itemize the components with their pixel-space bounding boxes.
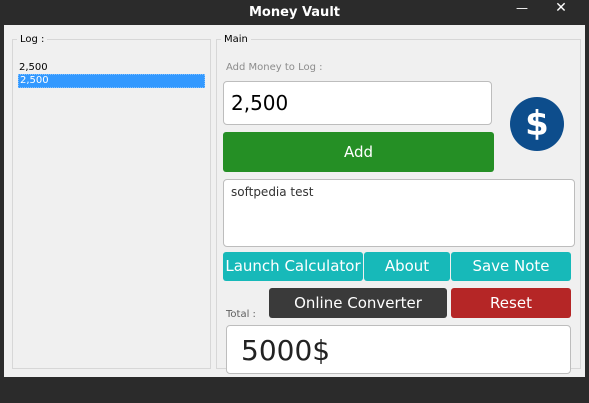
online-converter-button[interactable]: Online Converter [269,288,447,318]
log-item[interactable]: 2,500 [18,62,205,74]
about-button[interactable]: About [364,252,450,281]
note-textarea[interactable]: softpedia test [223,179,575,247]
log-group: Log : 2,500 2,500 [12,34,211,369]
title-bar: Money Vault — ✕ [0,0,589,25]
main-group: Main Add Money to Log : Add $ softpedia … [216,34,581,374]
add-button[interactable]: Add [223,132,494,172]
main-legend: Main [224,34,248,45]
log-item-selected[interactable]: 2,500 [18,74,205,88]
close-icon[interactable]: ✕ [538,0,584,18]
reset-button[interactable]: Reset [451,288,571,318]
client-area: Log : 2,500 2,500 Main Add Money to Log … [4,25,585,377]
save-note-button[interactable]: Save Note [451,252,571,281]
add-money-label: Add Money to Log : [226,62,323,73]
total-label: Total : [226,309,256,320]
launch-calculator-button[interactable]: Launch Calculator [223,252,363,281]
window-title: Money Vault [249,5,340,20]
total-display: 5000$ [226,325,571,374]
minimize-icon[interactable]: — [508,0,536,18]
log-legend: Log : [20,34,45,45]
amount-input[interactable] [223,81,492,125]
log-list[interactable]: 2,500 2,500 [18,62,205,88]
dollar-coin-icon: $ [510,97,564,151]
